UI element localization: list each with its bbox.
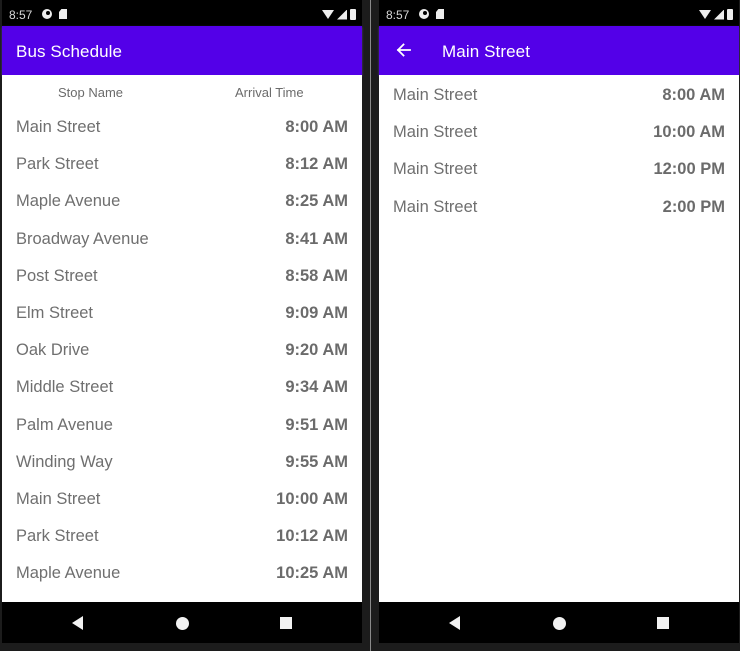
table-row[interactable]: Main Street 10:00 AM bbox=[379, 113, 739, 150]
arrival-time: 10:00 AM bbox=[653, 123, 725, 142]
arrival-time: 12:00 PM bbox=[653, 160, 725, 179]
stop-name: Park Street bbox=[16, 155, 99, 174]
arrival-time: 10:12 AM bbox=[276, 527, 348, 546]
arrow-back-icon bbox=[396, 43, 411, 57]
table-row[interactable]: Main Street 8:00 AM bbox=[2, 109, 362, 146]
app-bar: Main Street bbox=[379, 26, 739, 75]
table-row[interactable]: Post Street 8:58 AM bbox=[2, 258, 362, 295]
notification-app-icon bbox=[42, 9, 52, 19]
sd-card-icon bbox=[59, 9, 67, 19]
stop-name: Broadway Avenue bbox=[16, 229, 149, 248]
status-bar: 8:57 bbox=[379, 0, 739, 26]
phone-stop-detail: 8:57 Main Street Main Street 8:00 AM Main … bbox=[379, 0, 739, 643]
arrival-time: 8:12 AM bbox=[285, 155, 348, 174]
stop-name: Main Street bbox=[393, 123, 478, 142]
arrival-time: 8:58 AM bbox=[285, 266, 348, 285]
battery-icon bbox=[727, 9, 733, 20]
nav-home-icon[interactable] bbox=[176, 617, 189, 630]
table-row[interactable]: Broadway Avenue 8:41 AM bbox=[2, 221, 362, 258]
arrival-time: 9:55 AM bbox=[285, 452, 348, 471]
page-title: Main Street bbox=[442, 42, 531, 61]
table-row[interactable]: Main Street 12:00 PM bbox=[379, 150, 739, 187]
table-row[interactable]: Winding Way 9:55 AM bbox=[2, 444, 362, 481]
arrival-time: 9:51 AM bbox=[285, 415, 348, 434]
wifi-icon bbox=[322, 10, 334, 19]
navigation-bar bbox=[2, 602, 362, 643]
status-bar: 8:57 bbox=[2, 0, 362, 26]
stop-name: Main Street bbox=[393, 160, 478, 179]
stop-name: Park Street bbox=[16, 527, 99, 546]
stop-name: Main Street bbox=[393, 86, 478, 104]
table-row[interactable]: Maple Avenue 10:25 AM bbox=[2, 555, 362, 592]
stop-name: Maple Avenue bbox=[16, 192, 121, 211]
table-row[interactable]: Middle Street 9:34 AM bbox=[2, 369, 362, 406]
column-header-arrival-time: Arrival Time bbox=[235, 85, 304, 100]
table-row[interactable]: Elm Street 9:09 AM bbox=[2, 295, 362, 332]
nav-recents-icon[interactable] bbox=[280, 617, 292, 629]
stop-name: Winding Way bbox=[16, 452, 113, 471]
status-time: 8:57 bbox=[9, 8, 33, 22]
table-row[interactable]: Main Street 2:00 PM bbox=[379, 188, 739, 225]
arrival-time: 2:00 PM bbox=[662, 197, 725, 216]
battery-icon bbox=[350, 9, 356, 20]
arrival-time: 8:41 AM bbox=[285, 229, 348, 248]
navigation-bar bbox=[379, 602, 739, 643]
arrival-time: 10:00 AM bbox=[276, 489, 348, 508]
arrival-time: 8:25 AM bbox=[285, 192, 348, 211]
status-time: 8:57 bbox=[386, 8, 410, 22]
table-row[interactable]: Palm Avenue 9:51 AM bbox=[2, 407, 362, 444]
stop-name: Main Street bbox=[393, 197, 478, 216]
nav-back-icon[interactable] bbox=[72, 616, 83, 630]
stop-name: Oak Drive bbox=[16, 341, 90, 360]
nav-recents-icon[interactable] bbox=[657, 617, 669, 629]
stop-name: Elm Street bbox=[16, 303, 94, 322]
table-header: Stop Name Arrival Time bbox=[2, 75, 362, 109]
schedule-table[interactable]: Stop Name Arrival Time Main Street 8:00 A… bbox=[2, 75, 362, 602]
stop-name: Maple Avenue bbox=[16, 564, 121, 583]
stop-name: Main Street bbox=[16, 489, 101, 508]
arrival-time: 8:00 AM bbox=[285, 118, 348, 136]
stop-schedule-list[interactable]: Main Street 8:00 AM Main Street 10:00 AM Mai… bbox=[379, 75, 739, 602]
page-title: Bus Schedule bbox=[16, 42, 123, 61]
cell-signal-icon bbox=[714, 9, 724, 20]
column-header-stop-name: Stop Name bbox=[58, 85, 124, 100]
arrival-time: 8:00 AM bbox=[662, 86, 725, 104]
app-bar: Bus Schedule bbox=[2, 26, 362, 75]
nav-home-icon[interactable] bbox=[553, 617, 566, 630]
stop-name: Palm Avenue bbox=[16, 415, 113, 434]
phone-bus-schedule: 8:57 Bus Schedule Stop Name Arrival Time… bbox=[2, 0, 362, 643]
nav-back-icon[interactable] bbox=[449, 616, 460, 630]
arrival-time: 9:34 AM bbox=[285, 378, 348, 397]
table-row[interactable]: Main Street 10:00 AM bbox=[2, 481, 362, 518]
arrival-time: 9:09 AM bbox=[285, 303, 348, 322]
table-row[interactable]: Park Street 8:12 AM bbox=[2, 146, 362, 183]
wifi-icon bbox=[699, 10, 711, 19]
back-button[interactable] bbox=[393, 38, 415, 62]
cell-signal-icon bbox=[337, 9, 347, 20]
stop-name: Post Street bbox=[16, 266, 98, 285]
stop-name: Middle Street bbox=[16, 378, 114, 397]
arrival-time: 9:20 AM bbox=[285, 341, 348, 360]
table-row[interactable]: Park Street 10:12 AM bbox=[2, 518, 362, 555]
table-row[interactable]: Main Street 8:00 AM bbox=[379, 76, 739, 113]
sd-card-icon bbox=[436, 9, 444, 19]
notification-app-icon bbox=[419, 9, 429, 19]
table-row[interactable]: Maple Avenue 8:25 AM bbox=[2, 183, 362, 220]
arrival-time: 10:25 AM bbox=[276, 564, 348, 583]
stop-name: Main Street bbox=[16, 118, 101, 136]
screen-divider bbox=[370, 0, 371, 651]
table-row[interactable]: Oak Drive 9:20 AM bbox=[2, 332, 362, 369]
